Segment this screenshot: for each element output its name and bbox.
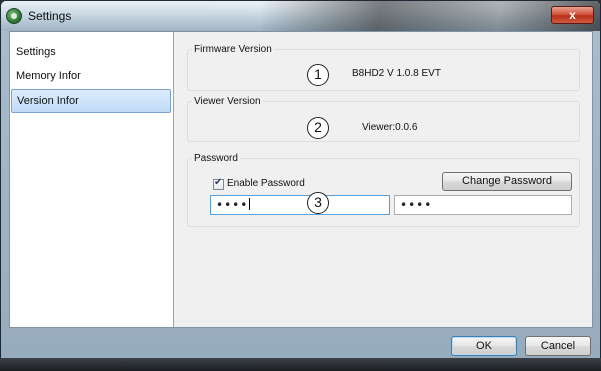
window-title: Settings: [28, 9, 72, 23]
viewer-version-group: Viewer Version: [187, 96, 580, 142]
viewer-version-value: Viewer:0.0.6: [362, 122, 418, 133]
confirm-password-field[interactable]: ••••: [394, 195, 572, 215]
ok-button[interactable]: OK: [451, 336, 517, 356]
sidebar-item-label: Memory Infor: [16, 70, 81, 82]
sidebar-item-memory-infor[interactable]: Memory Infor: [11, 64, 171, 88]
password-legend: Password: [194, 153, 238, 164]
firmware-version-legend: Firmware Version: [194, 44, 272, 55]
change-password-button[interactable]: Change Password: [442, 172, 572, 191]
version-info-panel: Firmware Version 1 B8HD2 V 1.0.8 EVT Vie…: [174, 32, 592, 327]
password-field[interactable]: ••••: [210, 195, 390, 215]
sidebar-item-settings[interactable]: Settings: [11, 40, 171, 64]
callout-marker: 1: [307, 64, 329, 86]
app-icon: [6, 8, 22, 24]
enable-password-checkbox[interactable]: [213, 177, 224, 190]
desktop-background: [0, 358, 601, 371]
confirm-password-value: ••••: [400, 198, 433, 212]
callout-marker: 2: [307, 117, 329, 139]
viewer-version-legend: Viewer Version: [194, 96, 261, 107]
settings-window: Settings x Settings Memory Infor Version…: [0, 0, 601, 359]
dialog-body: Settings Memory Infor Version Infor Firm…: [9, 31, 593, 328]
close-button[interactable]: x: [551, 6, 594, 24]
password-field-value: ••••: [216, 198, 249, 212]
close-icon: x: [569, 8, 576, 22]
firmware-version-value: B8HD2 V 1.0.8 EVT: [352, 68, 441, 79]
title-bar[interactable]: Settings x: [1, 1, 600, 31]
callout-marker: 3: [307, 192, 329, 214]
sidebar-item-version-infor[interactable]: Version Infor: [11, 89, 171, 113]
enable-password-label[interactable]: Enable Password: [227, 178, 305, 189]
dialog-button-bar: OK Cancel: [1, 328, 600, 358]
cancel-button[interactable]: Cancel: [525, 336, 591, 356]
sidebar-item-label: Version Infor: [17, 95, 79, 107]
settings-sidebar: Settings Memory Infor Version Infor: [10, 32, 174, 327]
text-caret: [249, 198, 251, 210]
sidebar-item-label: Settings: [16, 46, 56, 58]
